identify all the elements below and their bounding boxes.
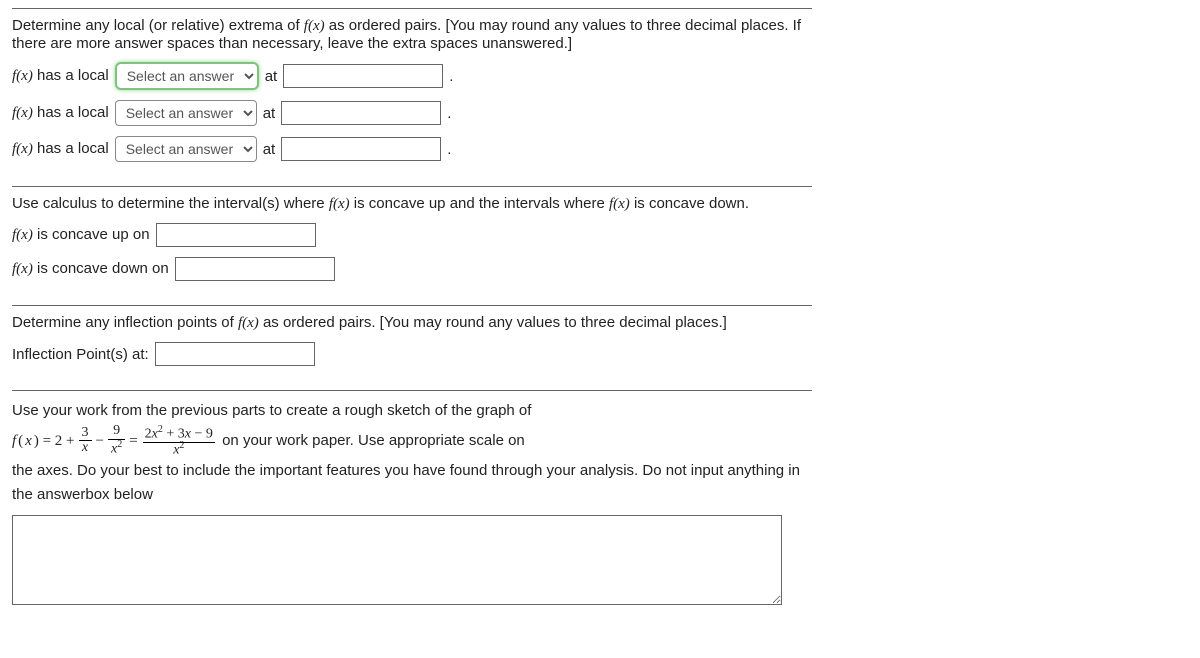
inflection-label: Inflection Point(s) at: [12, 346, 149, 363]
extrema-prompt: Determine any local (or relative) extrem… [12, 17, 812, 52]
extrema-mid-2: at [263, 105, 276, 122]
extrema-row-2: f(x) has a local Select an answer at . [12, 100, 812, 126]
sketch-equation: f(x) = 2 + 3 x − 9 x2 = 2x2 + 3x − 9 x2 [12, 423, 218, 459]
inflection-row: Inflection Point(s) at: [12, 342, 812, 366]
sketch-prompt: Use your work from the previous parts to… [12, 399, 812, 507]
sketch-line1: Use your work from the previous parts to… [12, 402, 531, 419]
extrema-suffix-1: . [449, 68, 453, 85]
concave-up-input[interactable] [156, 223, 316, 247]
concave-down-label: f(x) is concave down on [12, 260, 169, 278]
concave-up-row: f(x) is concave up on [12, 223, 812, 247]
extrema-select-3[interactable]: Select an answer [115, 136, 257, 162]
extrema-prefix-2: f(x) has a local [12, 104, 109, 122]
inflection-prompt: Determine any inflection points of f(x) … [12, 314, 812, 332]
extrema-mid-1: at [265, 68, 278, 85]
sketch-line2-tail: on your work paper. Use appropriate scal… [222, 432, 525, 449]
concavity-prompt: Use calculus to determine the interval(s… [12, 195, 812, 213]
concave-down-input[interactable] [175, 257, 335, 281]
extrema-mid-3: at [263, 141, 276, 158]
extrema-select-2[interactable]: Select an answer [115, 100, 257, 126]
section-extrema: Determine any local (or relative) extrem… [12, 9, 812, 186]
concave-up-label: f(x) is concave up on [12, 226, 150, 244]
concave-down-row: f(x) is concave down on [12, 257, 812, 281]
extrema-select-1[interactable]: Select an answer [115, 62, 259, 90]
extrema-suffix-2: . [447, 105, 451, 122]
section-sketch: Use your work from the previous parts to… [12, 391, 812, 623]
inflection-input[interactable] [155, 342, 315, 366]
section-concavity: Use calculus to determine the interval(s… [12, 187, 812, 305]
extrema-input-2[interactable] [281, 101, 441, 125]
extrema-input-3[interactable] [281, 137, 441, 161]
section-inflection: Determine any inflection points of f(x) … [12, 306, 812, 390]
extrema-row-3: f(x) has a local Select an answer at . [12, 136, 812, 162]
sketch-textarea[interactable] [12, 515, 782, 605]
extrema-row-1: f(x) has a local Select an answer at . [12, 62, 812, 90]
extrema-prefix-1: f(x) has a local [12, 67, 109, 85]
extrema-input-1[interactable] [283, 64, 443, 88]
extrema-suffix-3: . [447, 141, 451, 158]
sketch-line3: the axes. Do your best to include the im… [12, 462, 800, 503]
extrema-prefix-3: f(x) has a local [12, 140, 109, 158]
